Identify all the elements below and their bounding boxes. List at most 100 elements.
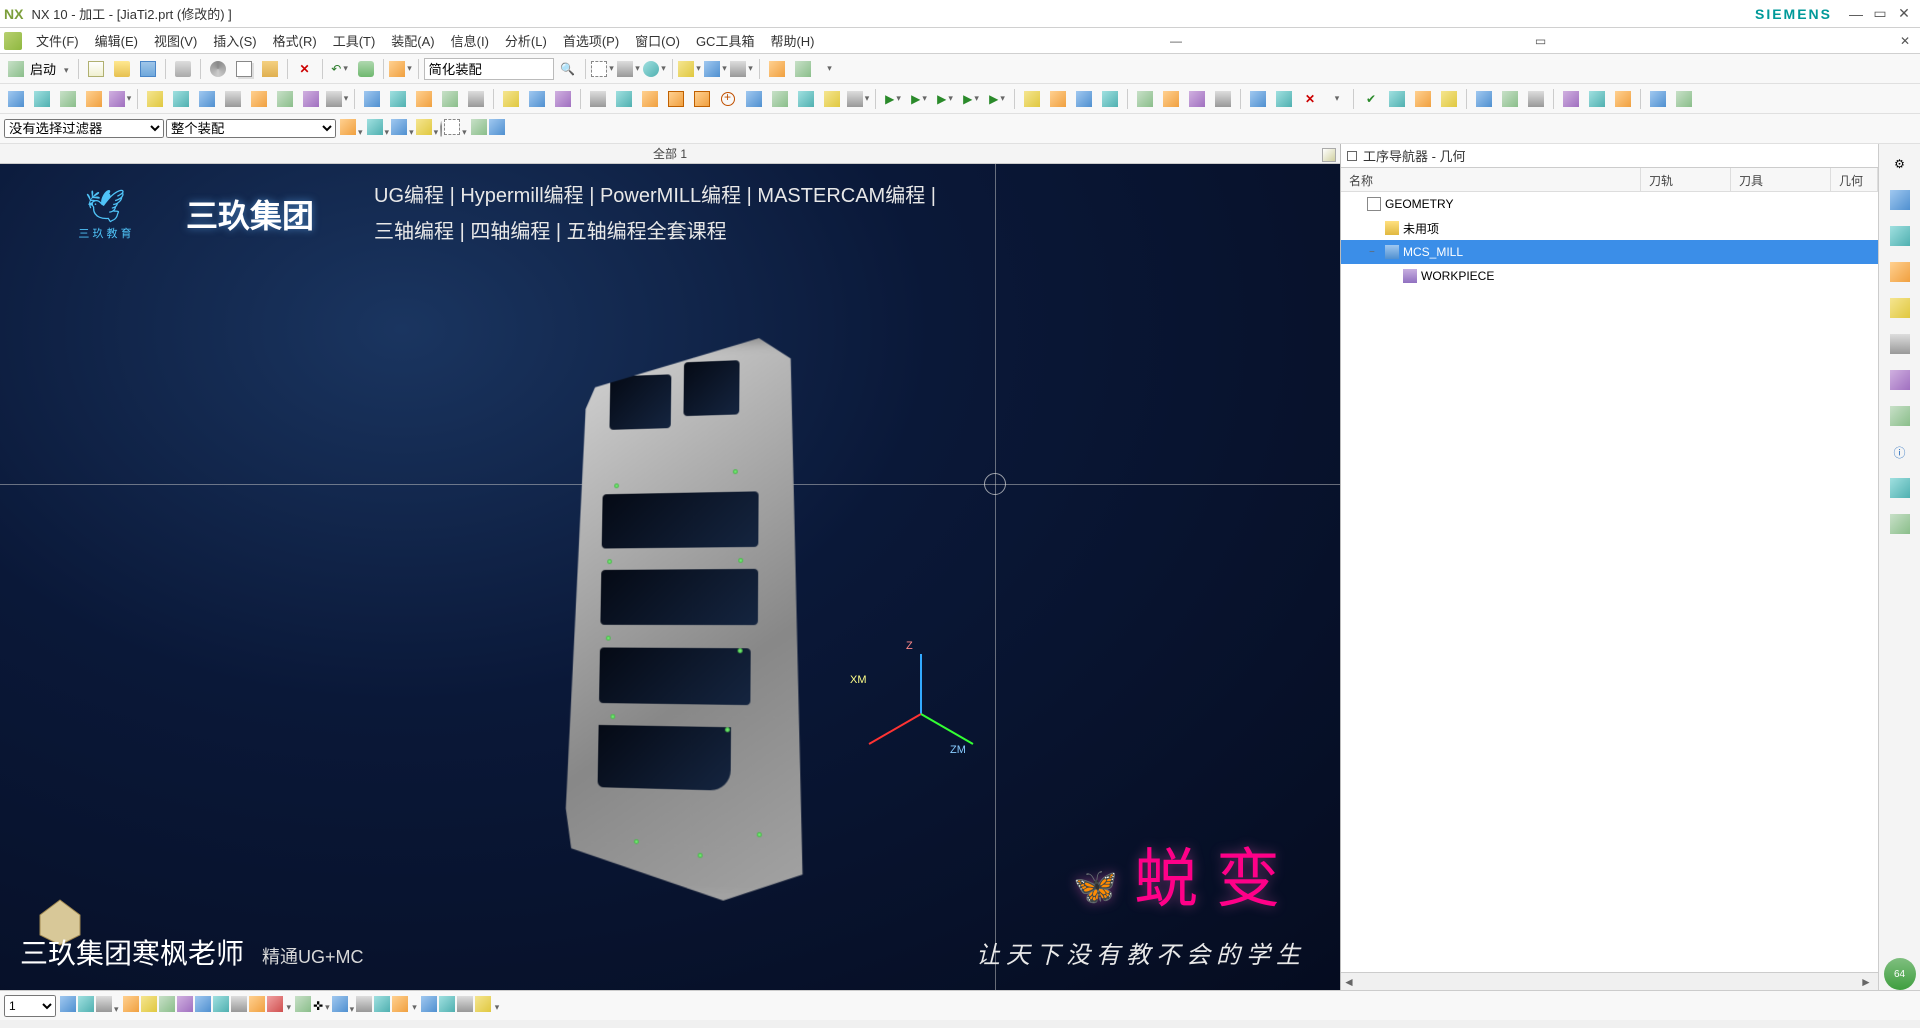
cam-btn-15[interactable] bbox=[690, 87, 714, 111]
cam-btn-21[interactable] bbox=[846, 87, 870, 111]
create-method-button[interactable] bbox=[82, 87, 106, 111]
menu-view[interactable]: 视图(V) bbox=[146, 28, 205, 53]
cam-btn-36[interactable] bbox=[1411, 87, 1435, 111]
sel-btn-5[interactable] bbox=[440, 122, 442, 136]
delete-button[interactable]: ✕ bbox=[293, 57, 317, 81]
cam-btn-33[interactable] bbox=[1324, 87, 1348, 111]
sb-btn-1[interactable] bbox=[60, 996, 76, 1015]
minimize-button[interactable]: — bbox=[1844, 4, 1868, 24]
cam-btn-19[interactable] bbox=[794, 87, 818, 111]
shade-button[interactable] bbox=[643, 57, 667, 81]
res-constraint-navigator-icon[interactable] bbox=[1884, 256, 1916, 288]
cam-btn-27[interactable] bbox=[1159, 87, 1183, 111]
cam-btn-2[interactable] bbox=[325, 87, 349, 111]
cam-btn-38[interactable] bbox=[1472, 87, 1496, 111]
col-name[interactable]: 名称 bbox=[1341, 168, 1641, 191]
render-style-button[interactable] bbox=[617, 57, 641, 81]
res-part-navigator-icon[interactable] bbox=[1884, 184, 1916, 216]
cam-btn-26[interactable] bbox=[1133, 87, 1157, 111]
res-internet-icon[interactable]: ⓘ bbox=[1884, 436, 1916, 468]
navigator-hscroll[interactable]: ◄ ► bbox=[1341, 972, 1878, 990]
tree-toggle-icon[interactable]: − bbox=[1369, 247, 1381, 258]
res-reuse-library-icon[interactable] bbox=[1884, 364, 1916, 396]
menu-analysis[interactable]: 分析(L) bbox=[497, 28, 555, 53]
print-button[interactable] bbox=[171, 57, 195, 81]
sb-btn-21[interactable] bbox=[421, 996, 437, 1015]
wcs-triad[interactable]: Z XM ZM bbox=[850, 644, 990, 784]
tree-row-geometry[interactable]: GEOMETRY bbox=[1341, 192, 1878, 216]
sb-btn-24[interactable] bbox=[475, 996, 491, 1015]
verify-toolpath-button[interactable] bbox=[169, 87, 193, 111]
graphics-viewport[interactable]: 🕊 三 玖 教 育 三玖集团 UG编程 | Hypermill编程 | Powe… bbox=[0, 164, 1340, 990]
simulate-button[interactable] bbox=[195, 87, 219, 111]
list-toolpath-button[interactable] bbox=[273, 87, 297, 111]
res-hd3d-icon[interactable] bbox=[1884, 400, 1916, 432]
sel-btn-2[interactable] bbox=[367, 119, 390, 138]
maximize-button[interactable]: ▭ bbox=[1868, 4, 1892, 24]
view-style-button[interactable] bbox=[591, 57, 615, 81]
create-geometry-button[interactable] bbox=[56, 87, 80, 111]
sb-btn-8[interactable] bbox=[195, 996, 211, 1015]
cam-btn-40[interactable] bbox=[1524, 87, 1548, 111]
navigator-collapse-icon[interactable] bbox=[1347, 151, 1357, 161]
cam-btn-1[interactable] bbox=[299, 87, 323, 111]
create-program-button[interactable] bbox=[4, 87, 28, 111]
sb-btn-14[interactable] bbox=[295, 996, 311, 1015]
res-roles-icon[interactable] bbox=[1884, 508, 1916, 540]
play-btn-5[interactable]: ▶ bbox=[985, 87, 1009, 111]
menu-insert[interactable]: 插入(S) bbox=[205, 28, 264, 53]
selection-filter-dropdown[interactable]: 没有选择过滤器 bbox=[4, 119, 164, 138]
cam-btn-9[interactable] bbox=[525, 87, 549, 111]
sel-btn-3[interactable] bbox=[391, 119, 414, 138]
cam-btn-30[interactable] bbox=[1246, 87, 1270, 111]
cam-btn-6[interactable] bbox=[438, 87, 462, 111]
menu-format[interactable]: 格式(R) bbox=[265, 28, 325, 53]
postprocess-button[interactable] bbox=[221, 87, 245, 111]
sb-btn-5[interactable] bbox=[141, 996, 157, 1015]
selection-scope-dropdown[interactable]: 整个装配 bbox=[166, 119, 336, 138]
copy-button[interactable] bbox=[232, 57, 256, 81]
start-dropdown[interactable]: 启动 bbox=[4, 55, 73, 82]
sb-btn-15[interactable]: ✜ bbox=[313, 999, 330, 1013]
sb-btn-7[interactable] bbox=[177, 996, 193, 1015]
sb-btn-17[interactable] bbox=[356, 996, 372, 1015]
res-system-scene-icon[interactable]: 64 bbox=[1884, 958, 1916, 990]
sb-btn-25[interactable] bbox=[493, 999, 500, 1013]
tree-row-mcs-mill[interactable]: −MCS_MILL bbox=[1341, 240, 1878, 264]
cam-btn-43[interactable] bbox=[1611, 87, 1635, 111]
cam-btn-16[interactable] bbox=[716, 87, 740, 111]
view-tab[interactable]: 全部 1 bbox=[0, 144, 1340, 164]
create-operation-button[interactable] bbox=[108, 87, 132, 111]
command-search-input[interactable] bbox=[424, 58, 554, 80]
cam-btn-28[interactable] bbox=[1185, 87, 1209, 111]
sb-btn-11[interactable] bbox=[249, 996, 265, 1015]
scroll-left-icon[interactable]: ◄ bbox=[1343, 975, 1359, 989]
cam-btn-20[interactable] bbox=[820, 87, 844, 111]
sheet-selector[interactable]: 1 bbox=[4, 995, 56, 1017]
navigator-tree[interactable]: GEOMETRY未用项−MCS_MILLWORKPIECE bbox=[1341, 192, 1878, 972]
res-history-icon[interactable] bbox=[1884, 472, 1916, 504]
cam-btn-18[interactable] bbox=[768, 87, 792, 111]
cam-btn-31[interactable] bbox=[1272, 87, 1296, 111]
cam-btn-35[interactable] bbox=[1385, 87, 1409, 111]
sb-btn-4[interactable] bbox=[123, 996, 139, 1015]
play-btn-4[interactable]: ▶ bbox=[959, 87, 983, 111]
menu-preferences[interactable]: 首选项(P) bbox=[555, 28, 627, 53]
shopfloor-button[interactable] bbox=[247, 87, 271, 111]
cam-btn-37[interactable] bbox=[1437, 87, 1461, 111]
menu-file[interactable]: 文件(F) bbox=[28, 28, 87, 53]
menu-gctoolbox[interactable]: GC工具箱 bbox=[688, 28, 763, 53]
res-assembly-navigator-icon[interactable] bbox=[1884, 220, 1916, 252]
cam-btn-17[interactable] bbox=[742, 87, 766, 111]
sb-btn-19[interactable] bbox=[392, 996, 408, 1015]
cam-btn-32[interactable]: ✕ bbox=[1298, 87, 1322, 111]
scroll-right-icon[interactable]: ► bbox=[1860, 975, 1876, 989]
close-button[interactable]: ✕ bbox=[1892, 4, 1916, 24]
analysis-button[interactable] bbox=[791, 57, 815, 81]
sb-btn-23[interactable] bbox=[457, 996, 473, 1015]
cut-button[interactable] bbox=[206, 57, 230, 81]
cam-btn-24[interactable] bbox=[1072, 87, 1096, 111]
cam-btn-23[interactable] bbox=[1046, 87, 1070, 111]
save-button[interactable] bbox=[136, 57, 160, 81]
command-finder-button[interactable] bbox=[389, 57, 413, 81]
